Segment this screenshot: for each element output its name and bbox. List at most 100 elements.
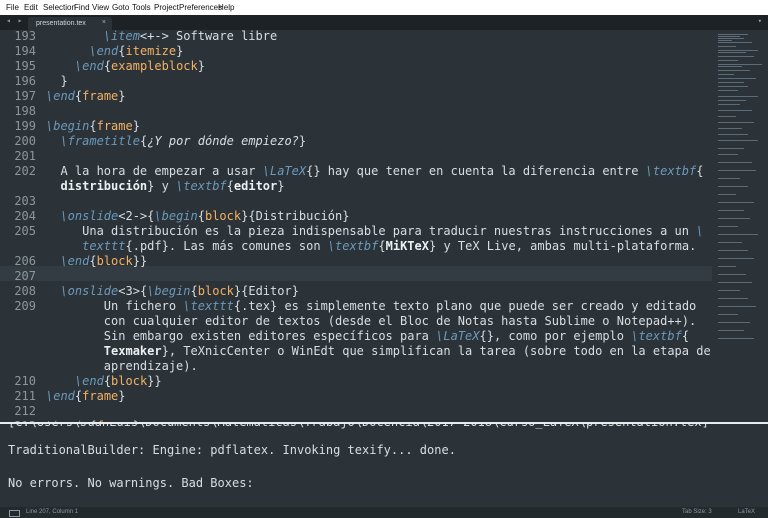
menu-item-find[interactable]: Find (74, 3, 90, 12)
minimap-line (718, 282, 752, 283)
code-token: Sin embargo existen editores específicos… (46, 329, 437, 343)
tab-size-selector[interactable]: Tab Size: 3 (682, 509, 712, 515)
minimap-line (718, 154, 738, 155)
line-number: 207 (14, 269, 36, 283)
code-token: , como por ejemplo (493, 329, 632, 343)
code-token: con cualquier editor de textos (desde el… (46, 314, 697, 328)
panel-toggle-icon[interactable] (9, 510, 20, 517)
code-token: \textbf (645, 164, 697, 178)
code-token: ¿Y por dónde empiezo? (147, 134, 299, 148)
code-editor[interactable]: 193 \item<+-> Software libre 194 \end{ite… (0, 30, 712, 422)
code-line: \onslide<3>{\begin{block}{Editor} (46, 284, 299, 299)
minimap-line (718, 116, 736, 117)
code-token: { (233, 299, 242, 313)
minimap-line (718, 298, 748, 299)
minimap-line (718, 226, 738, 227)
minimap-line (718, 78, 756, 79)
minimap-line (718, 290, 740, 291)
code-token: } (291, 284, 299, 298)
build-output-panel: [C:\Users\JuanLuis\Documents\Matemáticas… (0, 424, 768, 508)
code-token: block (111, 374, 148, 388)
menu-item-help[interactable]: Help (218, 3, 234, 12)
menu-item-project[interactable]: Project (154, 3, 179, 12)
code-token: editor (233, 179, 278, 193)
code-token: { (89, 254, 97, 268)
line-number: 212 (14, 404, 36, 418)
code-token: \LaTeX (262, 164, 307, 178)
line-number: 202 (14, 164, 36, 178)
line-number: 200 (14, 134, 36, 148)
line-number: 201 (14, 149, 36, 163)
minimap-line (718, 66, 742, 67)
tab-presentation[interactable]: presentation.tex × (28, 17, 112, 30)
minimap-line (718, 258, 754, 259)
code-token: block (204, 209, 242, 223)
menu-item-edit[interactable]: Edit (24, 3, 38, 12)
line-number: 199 (14, 119, 36, 133)
menu-item-view[interactable]: View (92, 3, 109, 12)
code-token: texttt (46, 239, 126, 253)
code-token: itemize (125, 44, 177, 58)
code-line: } (46, 74, 67, 89)
line-number: 198 (14, 104, 36, 118)
code-token: }} (147, 374, 162, 388)
code-line: con cualquier editor de textos (desde el… (46, 314, 696, 329)
minimap-line (718, 338, 754, 339)
minimap-line (718, 194, 736, 195)
minimap[interactable] (712, 30, 768, 422)
code-line: A la hora de empezar a usar \LaTeX{} hay… (46, 164, 703, 179)
code-token: MiKTeX (385, 239, 429, 253)
code-line: \end{block}} (46, 374, 162, 389)
minimap-line (718, 322, 750, 323)
line-number: 211 (14, 389, 36, 403)
code-token: } (298, 134, 307, 148)
code-token: \ (696, 224, 704, 238)
minimap-line (718, 122, 754, 123)
code-token: { (103, 374, 112, 388)
code-token: exampleblock (111, 59, 198, 73)
minimap-line (718, 128, 742, 129)
minimap-line (718, 34, 748, 35)
minimap-line (718, 210, 744, 211)
minimap-line (718, 52, 746, 53)
tab-menu-icon[interactable]: ▾ (758, 17, 762, 25)
output-line: No errors. No warnings. Bad Boxes: (8, 476, 254, 490)
code-token: { (197, 209, 205, 223)
menu-item-selection[interactable]: Selection (43, 3, 76, 12)
code-token: distribución (46, 179, 148, 193)
minimap-line (718, 266, 736, 267)
menu-item-tools[interactable]: Tools (132, 3, 151, 12)
minimap-line (718, 186, 748, 187)
minimap-line (718, 234, 758, 235)
code-line: \onslide<2->{\begin{block}{Distribución} (46, 209, 349, 224)
minimap-line (718, 36, 740, 37)
code-token: frame (96, 119, 133, 133)
menu-item-preferences[interactable]: Preferences (179, 3, 222, 12)
code-token: \LaTeX (436, 329, 480, 343)
code-line: Una distribución es la pieza indispensab… (46, 224, 703, 239)
code-token: <+-> Software libre (139, 30, 278, 43)
minimap-line (718, 90, 738, 91)
menu-item-file[interactable]: File (6, 3, 19, 12)
menu-item-goto[interactable]: Goto (112, 3, 129, 12)
minimap-line (718, 218, 750, 219)
minimap-line (718, 314, 738, 315)
code-token: { (125, 239, 133, 253)
code-token: aprendizaje). (46, 359, 198, 373)
minimap-line (718, 140, 758, 141)
code-line: \end{block}} (46, 254, 147, 269)
line-number: 205 (14, 224, 36, 238)
code-token: \end (89, 44, 119, 58)
code-line: \end{exampleblock} (46, 59, 205, 74)
code-token: }} (132, 254, 148, 268)
minimap-line (718, 82, 744, 83)
code-line: distribución} y \textbf{editor} (46, 179, 284, 194)
code-token: } (161, 344, 169, 358)
tab-nav-arrows-icon[interactable]: ◂ ▸ (6, 16, 23, 25)
tab-title: presentation.tex (36, 20, 86, 27)
minimap-line (718, 60, 738, 61)
code-token: { (226, 179, 234, 193)
syntax-selector[interactable]: LaTeX (738, 509, 755, 515)
close-icon[interactable]: × (102, 19, 106, 26)
code-line: \frametitle{¿Y por dónde empiezo?} (46, 134, 306, 149)
